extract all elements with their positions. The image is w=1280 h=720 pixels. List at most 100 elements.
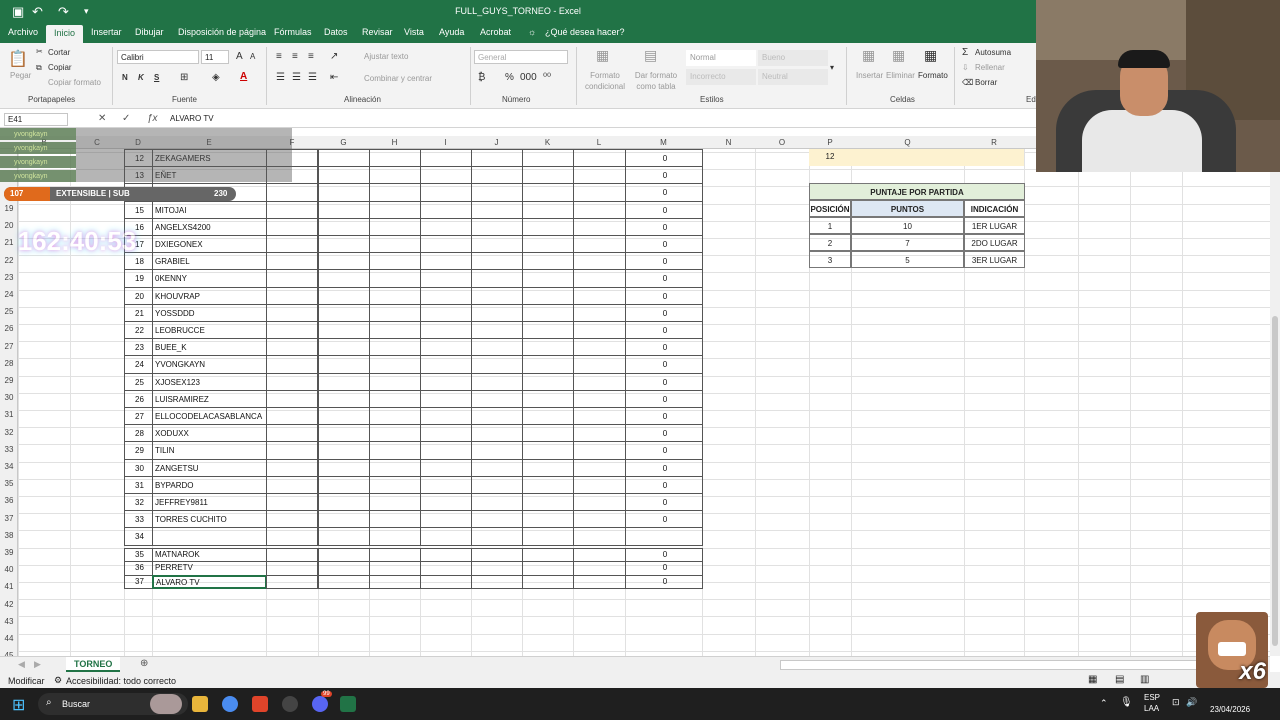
score-cell[interactable] [266,574,318,590]
score-cell[interactable] [471,372,523,391]
total-points-cell[interactable]: 0 [625,441,703,460]
row-header[interactable]: 36 [0,496,18,505]
cut-button[interactable]: Cortar [48,48,70,57]
tab-acrobat[interactable]: Acrobat [480,27,511,37]
cut-icon[interactable]: ✂ [36,47,43,56]
total-points-cell[interactable]: 0 [625,424,703,443]
score-cell[interactable] [318,166,370,185]
col-header-l[interactable]: L [573,138,625,147]
row-header[interactable]: 37 [0,514,18,523]
next-sheet-icon[interactable]: ▶ [34,659,41,670]
accessibility-icon[interactable]: ⚙ [54,675,62,686]
orientation-icon[interactable]: ↗ [330,51,338,62]
score-cell[interactable] [266,407,318,426]
player-name-cell[interactable]: BUEE_K [152,338,267,357]
score-cell[interactable] [522,166,574,185]
score-cell[interactable] [471,547,523,563]
player-name-cell[interactable]: ANGELXS4200 [152,217,267,236]
tray-date[interactable]: 23/04/2026 [1210,705,1250,714]
col-header-m[interactable]: M [625,138,702,147]
score-cell[interactable] [318,527,370,546]
score-cell[interactable] [573,493,626,512]
score-cell[interactable] [266,252,318,271]
score-cell[interactable] [420,561,472,576]
mic-icon[interactable]: 🎙 [1120,697,1133,708]
player-number-cell[interactable]: 20 [124,286,153,305]
score-cell[interactable] [318,149,370,168]
score-cell[interactable] [318,252,370,271]
total-points-cell[interactable]: 0 [625,303,703,322]
score-cell[interactable] [318,475,370,494]
score-cell[interactable] [471,252,523,271]
prev-sheet-icon[interactable]: ◀ [18,659,25,670]
points-table-cell[interactable]: 2 [809,234,851,251]
style-normal[interactable]: Normal [686,50,756,66]
score-cell[interactable] [420,458,472,477]
score-cell[interactable] [420,217,472,236]
col-header-n[interactable]: N [702,138,755,147]
score-cell[interactable] [369,510,421,529]
row-header[interactable]: 44 [0,634,18,643]
total-points-cell[interactable]: 0 [625,458,703,477]
player-number-cell[interactable]: 29 [124,441,153,460]
score-cell[interactable] [573,252,626,271]
score-cell[interactable] [369,547,421,563]
points-table-cell[interactable]: 10 [851,217,964,234]
player-name-cell[interactable]: YOSSDDD [152,303,267,322]
fill-icon[interactable]: ⇩ [962,63,969,72]
widget-icon[interactable] [150,694,182,714]
accessibility-status[interactable]: Accesibilidad: todo correcto [66,676,176,686]
score-cell[interactable] [318,338,370,357]
score-cell[interactable] [471,561,523,576]
score-cell[interactable] [318,389,370,408]
score-cell[interactable] [420,338,472,357]
tab-disposicion[interactable]: Disposición de página [178,27,266,37]
score-cell[interactable] [471,475,523,494]
score-cell[interactable] [369,303,421,322]
fill-button[interactable]: Rellenar [975,63,1005,72]
score-cell[interactable] [471,424,523,443]
score-cell[interactable] [471,338,523,357]
score-cell[interactable] [573,475,626,494]
score-cell[interactable] [318,372,370,391]
style-bueno[interactable]: Bueno [758,50,828,66]
score-cell[interactable] [369,338,421,357]
score-cell[interactable] [318,286,370,305]
fill-color-icon[interactable]: ◈ [212,72,220,83]
delete-cells-button[interactable]: Eliminar [886,71,915,80]
score-cell[interactable] [420,510,472,529]
total-points-cell[interactable]: 0 [625,286,703,305]
score-cell[interactable] [420,424,472,443]
score-cell[interactable] [471,149,523,168]
player-name-cell[interactable]: BYPARDO [152,475,267,494]
player-name-cell[interactable]: KHOUVRAP [152,286,267,305]
player-name-cell[interactable]: GRABIEL [152,252,267,271]
score-cell[interactable] [471,286,523,305]
player-name-cell[interactable]: ZANGETSU [152,458,267,477]
score-cell[interactable] [471,389,523,408]
score-cell[interactable] [266,424,318,443]
row-header[interactable]: 24 [0,290,18,299]
player-name-cell[interactable]: PERRETV [152,561,267,576]
total-points-cell[interactable]: 0 [625,475,703,494]
score-cell[interactable] [522,303,574,322]
score-cell[interactable] [522,235,574,254]
score-cell[interactable] [369,235,421,254]
tab-dibujar[interactable]: Dibujar [135,27,164,37]
score-cell[interactable] [522,269,574,288]
row-header[interactable]: 39 [0,548,18,557]
score-cell[interactable] [266,217,318,236]
row-header[interactable]: 28 [0,359,18,368]
borders-icon[interactable]: ⊞ [180,72,188,83]
page-layout-icon[interactable]: ▤ [1115,674,1124,685]
score-cell[interactable] [573,574,626,590]
score-cell[interactable] [369,493,421,512]
col-header-o[interactable]: O [755,138,809,147]
tab-insertar[interactable]: Insertar [91,27,122,37]
score-cell[interactable] [266,547,318,563]
total-points-cell[interactable]: 0 [625,389,703,408]
score-cell[interactable] [522,527,574,546]
score-cell[interactable] [318,183,370,202]
autosum-icon[interactable]: Σ [962,47,968,58]
score-cell[interactable] [369,407,421,426]
